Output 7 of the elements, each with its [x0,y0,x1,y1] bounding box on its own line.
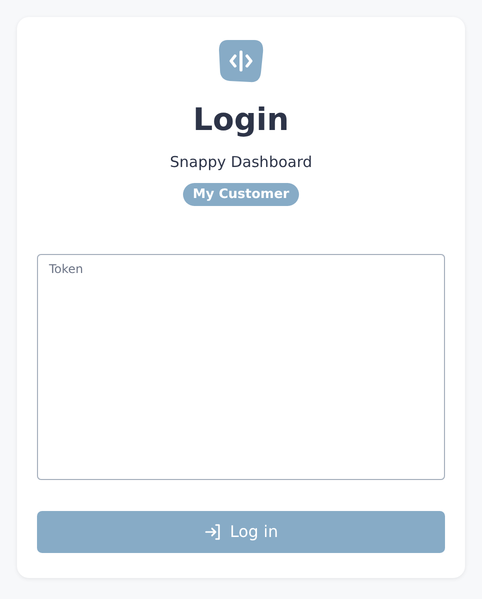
login-button[interactable]: Log in [37,511,445,553]
page-title: Login [193,102,289,138]
app-subtitle: Snappy Dashboard [170,152,312,173]
code-logo-icon [218,38,264,84]
login-icon [204,523,222,541]
token-field[interactable]: Token [37,254,445,480]
customer-badge: My Customer [182,182,300,206]
